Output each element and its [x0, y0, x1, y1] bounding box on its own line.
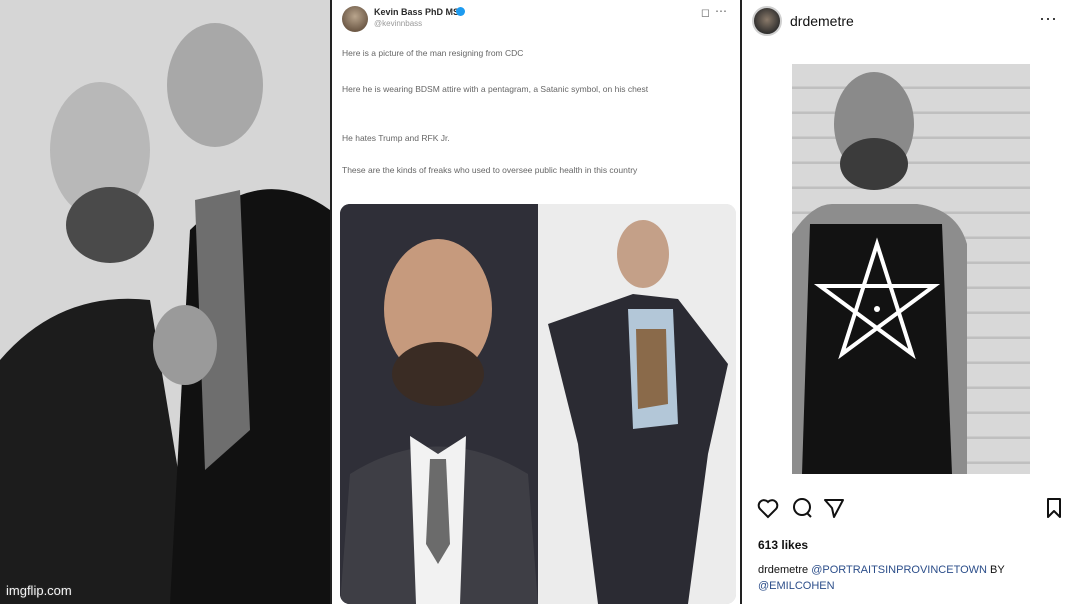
comment-icon[interactable] — [790, 496, 814, 520]
pentagram-shirt-illustration — [792, 72, 967, 474]
instagram-caption: drdemetre @PORTRAITSINPROVINCETOWN BY @E… — [758, 562, 1058, 594]
imgflip-watermark: imgflip.com — [6, 583, 72, 598]
media-image-headshot[interactable] — [340, 204, 538, 604]
likes-count[interactable]: 613 likes — [758, 538, 808, 552]
tweet-paragraph-1: Here is a picture of the man resigning f… — [342, 48, 524, 58]
more-icon[interactable]: ⋯ — [715, 4, 728, 18]
tweet-header: Kevin Bass PhD MS @kevinnbass ◻ ⋯ — [342, 4, 732, 40]
headshot-illustration — [340, 204, 538, 604]
caption-username[interactable]: drdemetre — [758, 564, 808, 576]
bookmark-icon[interactable] — [1042, 496, 1066, 520]
instagram-avatar[interactable] — [752, 6, 782, 36]
grok-icon[interactable]: ◻ — [701, 6, 710, 19]
more-icon[interactable]: ⋯ — [1039, 9, 1058, 30]
media-image-suit-pose[interactable] — [538, 204, 736, 604]
tweet-paragraph-3: He hates Trump and RFK Jr. — [342, 133, 450, 143]
left-photo-panel: imgflip.com — [0, 0, 330, 604]
share-icon[interactable] — [822, 496, 846, 520]
heart-icon[interactable] — [756, 496, 780, 520]
author-avatar[interactable] — [342, 6, 368, 32]
caption-mention-portraits[interactable]: @PORTRAITSINPROVINCETOWN — [811, 564, 987, 576]
caption-by: BY — [990, 564, 1005, 576]
instagram-actions — [756, 496, 1066, 522]
tweet-media[interactable] — [340, 204, 736, 604]
author-name[interactable]: Kevin Bass PhD MS — [374, 7, 459, 17]
instagram-photo[interactable] — [792, 64, 1030, 474]
tweet-paragraph-2: Here he is wearing BDSM attire with a pe… — [342, 84, 649, 94]
couple-photo — [0, 0, 330, 604]
verified-badge-icon — [456, 7, 465, 16]
caption-mention-emilcohen[interactable]: @EMILCOHEN — [758, 580, 835, 592]
suit-pose-illustration — [538, 204, 736, 604]
instagram-panel: drdemetre ⋯ 613 likes drdemetre @PORTRAI… — [742, 0, 1076, 604]
author-handle[interactable]: @kevinnbass — [374, 19, 422, 28]
tweet-paragraph-4: These are the kinds of freaks who used t… — [342, 165, 638, 175]
instagram-username[interactable]: drdemetre — [790, 13, 854, 29]
tweet-panel: Kevin Bass PhD MS @kevinnbass ◻ ⋯ Here i… — [330, 0, 742, 604]
